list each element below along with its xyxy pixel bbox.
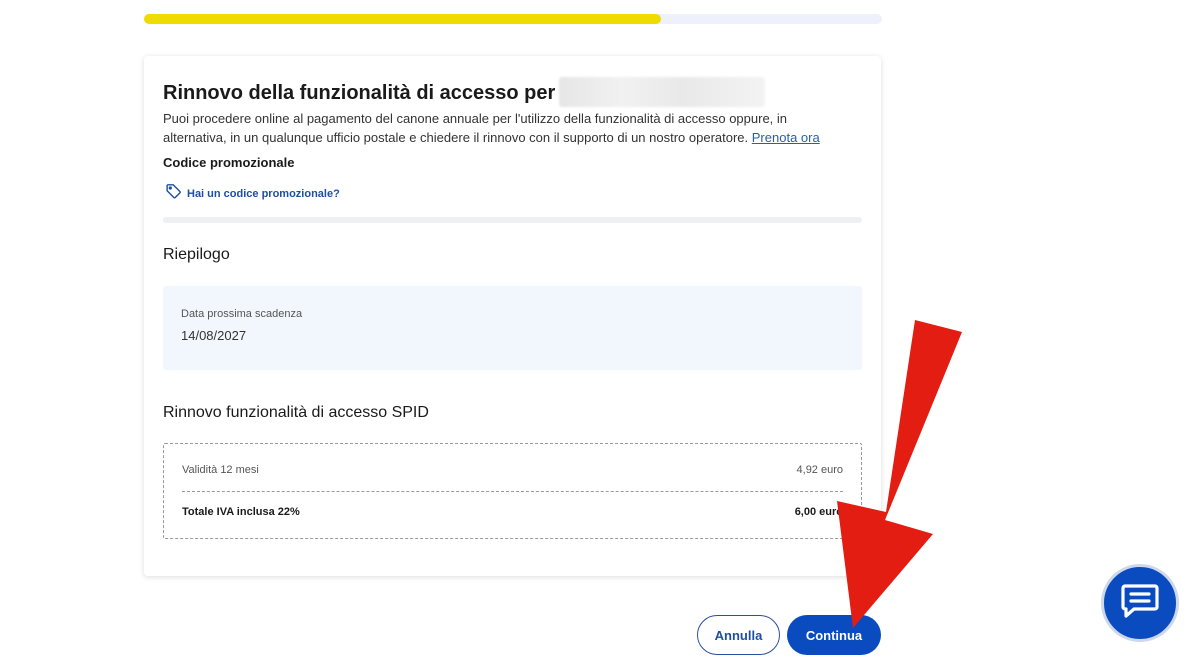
spid-renewal-heading: Rinnovo funzionalità di accesso SPID	[163, 404, 429, 421]
price-summary-box: Validità 12 mesi 4,92 euro Totale IVA in…	[163, 443, 862, 539]
description-text: Puoi procedere online al pagamento del c…	[163, 111, 788, 145]
total-label: Totale IVA inclusa 22%	[182, 506, 300, 518]
total-row: Totale IVA inclusa 22% 6,00 euro	[182, 506, 843, 518]
chat-button[interactable]	[1101, 564, 1179, 642]
book-now-link[interactable]: Prenota ora	[752, 130, 820, 145]
next-expiry-label: Data prossima scadenza	[181, 308, 303, 320]
promo-code-link[interactable]: Hai un codice promozionale?	[165, 183, 340, 205]
page-title-text: Rinnovo della funzionalità di accesso pe…	[163, 82, 556, 104]
next-expiry-value: 14/08/2027	[181, 328, 247, 343]
page-title: Rinnovo della funzionalità di accesso pe…	[163, 77, 766, 107]
chat-icon	[1120, 582, 1160, 625]
validity-row: Validità 12 mesi 4,92 euro	[182, 464, 843, 476]
total-price: 6,00 euro	[794, 506, 843, 518]
progress-bar	[144, 14, 882, 24]
progress-bar-fill	[144, 14, 661, 24]
expiry-info-box: Data prossima scadenza 14/08/2027	[163, 286, 862, 370]
summary-heading: Riepilogo	[163, 246, 230, 263]
section-divider	[163, 217, 862, 223]
validity-price: 4,92 euro	[796, 464, 843, 476]
row-divider	[182, 491, 843, 492]
promo-code-link-text: Hai un codice promozionale?	[187, 188, 340, 200]
renewal-card: Rinnovo della funzionalità di accesso pe…	[144, 56, 881, 576]
tag-icon	[165, 183, 182, 205]
redacted-username	[559, 77, 766, 107]
continue-button[interactable]: Continua	[787, 615, 881, 655]
validity-label: Validità 12 mesi	[182, 464, 259, 476]
promo-code-heading: Codice promozionale	[163, 155, 295, 170]
cancel-button[interactable]: Annulla	[697, 615, 780, 655]
renewal-description: Puoi procedere online al pagamento del c…	[163, 109, 853, 147]
